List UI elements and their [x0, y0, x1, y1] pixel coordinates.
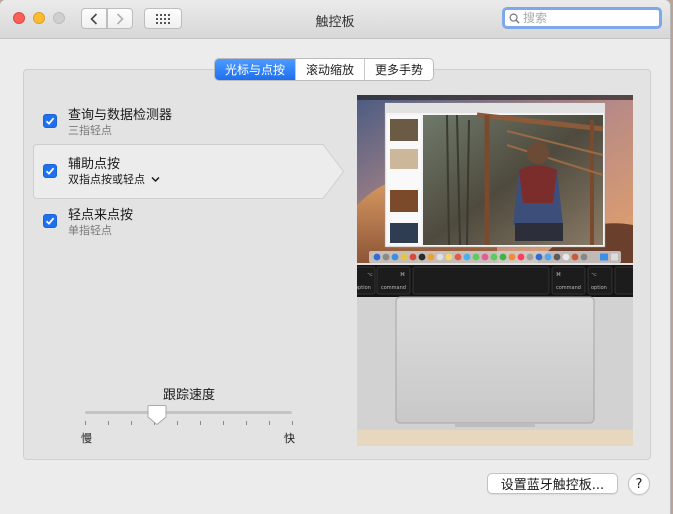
help-button[interactable]: ?: [628, 473, 650, 495]
tab-bar: 光标与点按 滚动缩放 更多手势: [214, 58, 435, 81]
checkmark-icon: [45, 117, 55, 125]
secondary-click-popup[interactable]: 双指点按或轻点: [68, 171, 160, 187]
title-bar: 触控板: [0, 0, 670, 39]
tab-point-click[interactable]: 光标与点按: [215, 59, 296, 80]
tap-to-click-checkbox[interactable]: [43, 214, 57, 228]
slider-tick: [269, 421, 270, 425]
option-subtitle: 三指轻点: [68, 124, 112, 137]
option-secondary-click[interactable]: 辅助点按 双指点按或轻点: [34, 145, 326, 198]
key-right-option-symbol: ⌥: [591, 272, 597, 278]
gesture-preview-video: ⌥ option ⌘ command ⌘ command ⌥ option: [357, 95, 633, 446]
lookup-checkbox[interactable]: [43, 114, 57, 128]
tab-more-gestures[interactable]: 更多手势: [364, 59, 433, 80]
option-subtitle: 单指轻点: [68, 224, 112, 237]
option-title: 辅助点按: [68, 157, 121, 172]
tracking-speed-track[interactable]: [85, 411, 292, 414]
key-right-option: option: [591, 285, 607, 291]
tracking-speed-thumb[interactable]: [147, 404, 167, 426]
search-field[interactable]: [502, 7, 662, 29]
key-left-option: option: [357, 285, 371, 291]
secondary-click-checkbox[interactable]: [43, 164, 57, 178]
tracking-speed-min-label: 慢: [81, 432, 92, 445]
preview-illustration: ⌥ option ⌘ command ⌘ command ⌥ option: [357, 95, 633, 446]
system-preferences-window: 触控板 光标与点按 滚动缩放 更多手势 查询与数据检测器 三指轻点 辅助点按 双…: [0, 0, 670, 514]
setup-bluetooth-trackpad-button[interactable]: 设置蓝牙触控板...: [487, 473, 618, 494]
slider-tick: [85, 421, 86, 425]
option-title: 轻点来点按: [68, 208, 134, 223]
slider-tick: [223, 421, 224, 425]
key-right-command-symbol: ⌘: [556, 272, 561, 278]
option-tap-to-click: 轻点来点按 单指轻点: [34, 201, 326, 241]
tracking-speed-max-label: 快: [284, 432, 295, 445]
slider-tick: [177, 421, 178, 425]
key-left-command-symbol: ⌘: [400, 272, 405, 278]
checkmark-icon: [45, 167, 55, 175]
slider-tick: [200, 421, 201, 425]
slider-tick: [131, 421, 132, 425]
tracking-speed-label: 跟踪速度: [163, 388, 216, 403]
search-icon: [509, 13, 520, 24]
slider-tick: [246, 421, 247, 425]
slider-tick: [108, 421, 109, 425]
key-left-option-symbol: ⌥: [367, 272, 373, 278]
popup-value: 双指点按或轻点: [68, 173, 145, 186]
checkmark-icon: [45, 217, 55, 225]
key-right-command: command: [556, 285, 581, 291]
tab-scroll-zoom[interactable]: 滚动缩放: [295, 59, 364, 80]
slider-tick: [292, 421, 293, 425]
chevron-down-icon: [150, 176, 160, 183]
search-input[interactable]: [523, 11, 643, 25]
option-lookup-data-detectors: 查询与数据检测器 三指轻点: [34, 101, 326, 141]
key-left-command: command: [381, 285, 406, 291]
option-title: 查询与数据检测器: [68, 108, 173, 123]
